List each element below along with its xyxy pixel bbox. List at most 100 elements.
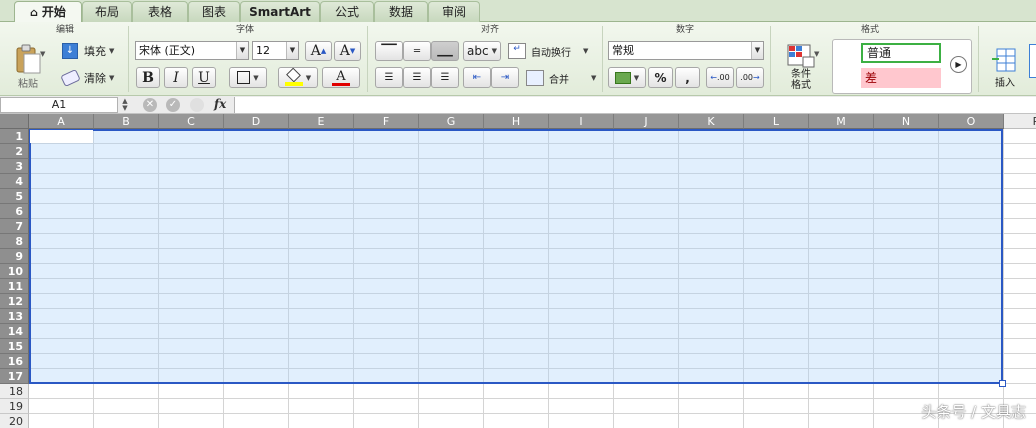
outdent-icon: ⇤ [472,72,482,83]
align-bottom-button[interactable]: ▁▁ [431,41,459,61]
clear-button[interactable]: 清除 ▼ [60,68,114,88]
align-left-button[interactable]: ☰ [375,67,403,88]
percent-button[interactable]: % [648,67,673,88]
delete-cells-button[interactable] [1029,44,1036,78]
name-box[interactable]: A1 [0,97,118,113]
column-header[interactable]: I [549,114,614,129]
shrink-font-button[interactable]: A ▼ [334,41,361,61]
active-cell[interactable] [30,130,93,143]
grow-font-button[interactable]: A ▲ [305,41,332,61]
tab-home[interactable]: ⌂ 开始 [14,1,82,23]
column-header[interactable]: E [289,114,354,129]
align-center-button[interactable]: ☰ [403,67,431,88]
comma-style-button[interactable]: , [675,67,700,88]
row-header[interactable]: 17 [0,369,29,384]
row-header[interactable]: 10 [0,264,29,279]
column-header[interactable]: C [159,114,224,129]
insert-cells-button[interactable]: 插入 [983,40,1027,94]
tab-charts[interactable]: 图表 [188,1,240,22]
confirm-icon[interactable]: ✓ [166,98,180,112]
decrease-decimal-button[interactable]: .00 → [736,67,764,88]
row-header[interactable]: 14 [0,324,29,339]
row-header[interactable]: 2 [0,144,29,159]
paste-dropdown-icon[interactable]: ▼ [40,50,45,58]
row-header[interactable]: 7 [0,219,29,234]
wrap-text-button[interactable]: ↵ 自动换行 ▼ [508,42,588,60]
chevron-down-icon[interactable]: ▼ [814,50,819,58]
column-header[interactable]: D [224,114,289,129]
align-middle-button[interactable]: ═ [403,41,431,61]
play-icon[interactable]: ▶ [950,56,967,73]
fx-icon[interactable]: fx [214,97,226,111]
row-header[interactable]: 16 [0,354,29,369]
row-header[interactable]: 6 [0,204,29,219]
column-header[interactable]: A [29,114,94,129]
row-header[interactable]: 15 [0,339,29,354]
paste-button[interactable]: 粘贴 [6,40,50,92]
tab-smartart[interactable]: SmartArt [240,1,320,22]
row-header[interactable]: 9 [0,249,29,264]
fill-down-icon: ↓ [62,43,78,59]
column-header[interactable]: M [809,114,874,129]
font-color-button[interactable]: A [322,67,360,88]
row-header[interactable]: 1 [0,129,29,144]
fill-button[interactable]: ↓ 填充 ▼ [62,42,114,60]
conditional-formatting-button[interactable]: 条件格式 [778,40,824,94]
italic-button[interactable]: I [164,67,188,88]
merge-button[interactable]: 合并 ▼ [526,69,596,87]
row-header[interactable]: 19 [0,399,29,414]
merge-cells-icon [526,70,544,86]
column-header[interactable]: K [679,114,744,129]
tab-tables[interactable]: 表格 [132,1,188,22]
column-header[interactable]: N [874,114,939,129]
column-header[interactable]: O [939,114,1004,129]
arrow-left-icon: ← [710,73,717,82]
column-header[interactable]: H [484,114,549,129]
chevron-down-icon: ▼ [491,47,497,55]
clipboard-icon [16,44,41,73]
row-header[interactable]: 12 [0,294,29,309]
column-header[interactable]: B [94,114,159,129]
align-right-button[interactable]: ☰ [431,67,459,88]
cancel-icon[interactable]: ✕ [143,98,157,112]
select-all-corner[interactable] [0,114,29,129]
increase-indent-button[interactable]: ⇥ [491,67,519,88]
text-orientation-button[interactable]: abc ▼ [463,41,501,61]
align-top-button[interactable]: ▔▔ [375,41,403,61]
formula-input[interactable] [234,97,1036,113]
tab-review[interactable]: 审阅 [428,1,480,22]
row-header[interactable]: 20 [0,414,29,428]
font-name-select[interactable]: 宋体 (正文) ▼ [135,41,249,60]
bold-button[interactable]: B [136,67,160,88]
font-size-select[interactable]: 12 ▼ [252,41,299,60]
row-header[interactable]: 5 [0,189,29,204]
tab-layout[interactable]: 布局 [82,1,132,22]
column-header[interactable]: L [744,114,809,129]
column-header[interactable]: G [419,114,484,129]
tab-formulas[interactable]: 公式 [320,1,374,22]
row-header[interactable]: 3 [0,159,29,174]
chevron-down-icon: ▼ [109,47,115,55]
column-header[interactable]: J [614,114,679,129]
row-header[interactable]: 13 [0,309,29,324]
fill-handle[interactable] [999,380,1006,387]
insert-function-circle-icon[interactable] [190,98,204,112]
fill-color-button[interactable]: ▼ [278,67,318,88]
increase-decimal-button[interactable]: ← .00 [706,67,734,88]
name-box-stepper[interactable]: ▲ ▼ [120,98,130,112]
row-header[interactable]: 11 [0,279,29,294]
style-bad[interactable]: 差 [861,68,941,88]
row-header[interactable]: 18 [0,384,29,399]
number-format-select[interactable]: 常规 ▼ [608,41,764,60]
underline-button[interactable]: U [192,67,216,88]
column-header[interactable]: F [354,114,419,129]
row-header[interactable]: 8 [0,234,29,249]
borders-button[interactable]: ▼ [229,67,267,88]
column-header[interactable]: P [1004,114,1036,129]
style-normal[interactable]: 普通 [861,43,941,63]
selection-range[interactable] [29,129,1003,384]
row-header[interactable]: 4 [0,174,29,189]
currency-format-button[interactable]: ▼ [608,67,646,88]
tab-data[interactable]: 数据 [374,1,428,22]
decrease-indent-button[interactable]: ⇤ [463,67,491,88]
